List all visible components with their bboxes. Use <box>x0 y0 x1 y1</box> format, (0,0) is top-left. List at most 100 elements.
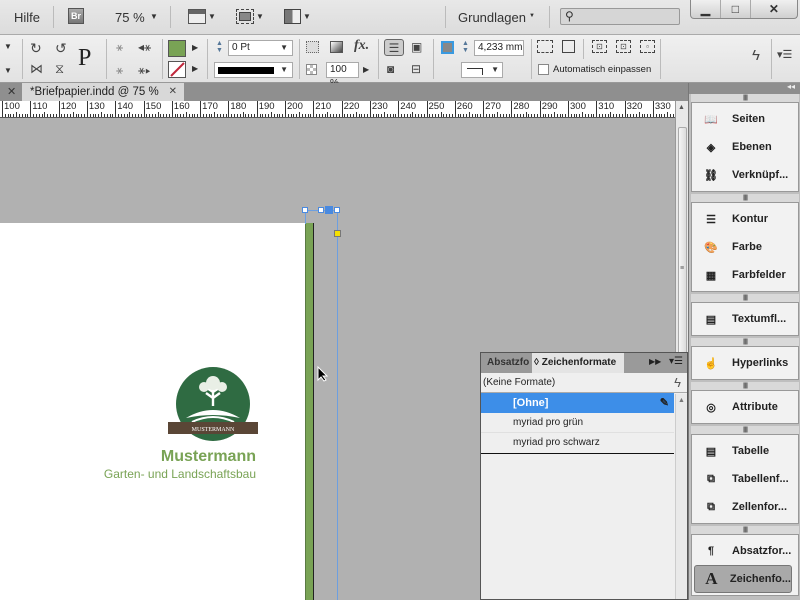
maximize-button[interactable]: □ <box>721 0 751 18</box>
offset-field[interactable]: 4,233 mm <box>474 40 524 56</box>
quick-apply-lightning-icon[interactable]: ϟ <box>752 47 760 64</box>
panel-group-grip[interactable]: |||||||| <box>691 94 799 102</box>
minimize-button[interactable]: ▁ <box>691 0 721 18</box>
tab-paragraph-styles[interactable]: Absatzfo <box>487 357 529 368</box>
stroke-weight-field[interactable]: 0 Pt ▼ <box>228 40 293 56</box>
tab-character-styles[interactable]: ◊ Zeichenformate <box>532 353 624 373</box>
fill-color-swatch[interactable] <box>168 40 186 57</box>
style-list-item[interactable]: myriad pro grün <box>481 413 674 433</box>
resize-handle[interactable] <box>318 207 324 213</box>
dock-item-attribute[interactable]: ◎ Attribute <box>692 393 798 421</box>
zoom-dropdown-chevron-icon[interactable]: ▼ <box>150 12 158 21</box>
fill-menu-arrow-icon[interactable]: ▶ <box>192 43 198 52</box>
fx-effects-icon[interactable]: fx. <box>354 38 369 54</box>
dropdown-chevron-icon[interactable]: ▼ <box>4 66 12 75</box>
dock-item-kontur[interactable]: ☰ Kontur <box>692 205 798 233</box>
workspace-switcher[interactable]: Grundlagen <box>458 10 526 25</box>
dock-item-ebenen[interactable]: ◈ Ebenen <box>692 133 798 161</box>
panel-group-grip[interactable]: |||||||| <box>691 294 799 302</box>
dock-item-seiten[interactable]: 📖 Seiten <box>692 105 798 133</box>
frame-origin-handle[interactable] <box>325 206 333 214</box>
quick-apply-lightning-icon[interactable]: ϟ <box>674 373 681 393</box>
panel-group-grip[interactable]: |||||||| <box>691 194 799 202</box>
document-tab[interactable]: *Briefpapier.indd @ 75 % ✕ <box>22 83 184 101</box>
dropdown-chevron-icon[interactable]: ▼ <box>4 42 12 51</box>
collapse-panel-icon[interactable]: ▶▶ <box>649 357 661 366</box>
workspace-chevron-icon[interactable]: ▼ <box>529 13 535 19</box>
dock-item-zeichenfo[interactable]: A Zeichenfo... <box>694 565 792 593</box>
scrollbar-thumb[interactable]: ≡ <box>678 127 687 357</box>
select-next-object-icon[interactable]: ⚹▸ <box>138 63 151 78</box>
search-field[interactable]: ⚲ <box>560 8 680 25</box>
screen-mode-icon[interactable] <box>236 9 254 24</box>
scroll-up-arrow-icon[interactable]: ▲ <box>678 397 685 404</box>
panel-menu-icon[interactable]: ▾☰ <box>777 48 792 61</box>
arrange-documents-chevron-icon[interactable]: ▼ <box>303 12 311 21</box>
fit-frame-to-content-icon[interactable] <box>537 40 553 53</box>
green-side-bar[interactable] <box>305 223 314 600</box>
rotate-clockwise-icon[interactable]: ↻ <box>30 40 42 57</box>
style-list-scrollbar[interactable]: ▲ <box>675 394 687 599</box>
panel-group-grip[interactable]: |||||||| <box>691 526 799 534</box>
flip-vertical-icon[interactable]: ⧖ <box>55 61 64 77</box>
drop-shadow-toggle-icon[interactable] <box>306 41 319 53</box>
opacity-menu-arrow-icon[interactable]: ▶ <box>363 65 369 74</box>
rotate-counterclockwise-icon[interactable]: ↺ <box>55 40 67 57</box>
effects-shadow-icon[interactable] <box>330 41 343 53</box>
close-button[interactable]: ✕ <box>751 0 797 18</box>
dock-item-hyperlinks[interactable]: ☝ Hyperlinks <box>692 349 798 377</box>
screen-mode-chevron-icon[interactable]: ▼ <box>256 12 264 21</box>
opacity-field[interactable]: 100 % <box>326 62 359 89</box>
wrap-object-shape-icon[interactable]: ◙ <box>387 62 394 76</box>
resize-handle[interactable] <box>302 207 308 213</box>
arrange-documents-icon[interactable] <box>284 9 301 24</box>
select-previous-object-icon[interactable]: ◂⚹ <box>138 40 151 55</box>
collapse-dock-icon[interactable]: ◂◂ <box>787 82 795 91</box>
wrap-bounding-box-icon[interactable]: ▣ <box>411 40 422 54</box>
stroke-color-swatch[interactable] <box>168 61 186 78</box>
dock-item-farbfelder[interactable]: ▦ Farbfelder <box>692 261 798 289</box>
dock-item-farbe[interactable]: 🎨 Farbe <box>692 233 798 261</box>
fit-content-proportionally-icon[interactable]: ⊡ <box>616 40 631 53</box>
corner-options-handle[interactable] <box>334 230 341 237</box>
auto-fit-checkbox[interactable] <box>538 64 549 75</box>
document-page[interactable]: MUSTERMANN Mustermann Garten- und Landsc… <box>0 223 314 600</box>
flip-horizontal-icon[interactable]: ⋈ <box>30 61 43 77</box>
dock-item-absatzfor[interactable]: ¶ Absatzfor... <box>692 537 798 565</box>
close-icon[interactable]: ✕ <box>7 85 16 98</box>
panel-group-grip[interactable]: |||||||| <box>691 382 799 390</box>
style-list-item[interactable]: [Ohne] ✎ <box>481 393 674 413</box>
dock-item-tabelle[interactable]: ▤ Tabelle <box>692 437 798 465</box>
dock-item-zellenfor[interactable]: ⧉ Zellenfor... <box>692 493 798 521</box>
fill-frame-proportionally-icon[interactable]: ⊡ <box>592 40 607 53</box>
panel-menu-icon[interactable]: ▾☰ <box>669 356 683 367</box>
horizontal-ruler[interactable]: 100 110 120 130 140 150 160 170 180 190 200 210 220 2… <box>0 101 675 118</box>
reference-point-p-icon[interactable]: P <box>78 45 91 72</box>
stroke-weight-stepper[interactable]: ▲ ▼ <box>216 40 223 54</box>
stroke-type-select[interactable]: ▼ <box>214 62 293 78</box>
view-options-chevron-icon[interactable]: ▼ <box>208 12 216 21</box>
offset-stepper[interactable]: ▲ ▼ <box>462 40 469 54</box>
scroll-up-arrow-icon[interactable]: ▲ <box>678 104 685 111</box>
wrap-none-icon[interactable]: ☰ <box>384 39 404 56</box>
corner-shape-select[interactable]: ▼ <box>461 62 503 78</box>
select-content-icon[interactable]: ⚹ <box>116 63 123 78</box>
close-tab-icon[interactable]: ✕ <box>169 83 177 101</box>
resize-handle[interactable] <box>334 207 340 213</box>
panel-group-grip[interactable]: |||||||| <box>691 338 799 346</box>
frame-edge[interactable] <box>337 210 338 600</box>
zoom-level-field[interactable]: 75 % <box>115 10 145 25</box>
panel-group-grip[interactable]: |||||||| <box>691 426 799 434</box>
dock-item-textumfl[interactable]: ▤ Textumfl... <box>692 305 798 333</box>
center-content-icon[interactable]: ▫ <box>640 40 655 53</box>
stroke-menu-arrow-icon[interactable]: ▶ <box>192 64 198 73</box>
fit-content-to-frame-icon[interactable] <box>562 40 575 53</box>
view-options-icon[interactable] <box>188 9 206 24</box>
menu-help[interactable]: Hilfe <box>14 10 40 25</box>
select-container-icon[interactable]: ⚹ <box>116 40 123 55</box>
bridge-button[interactable]: Br <box>68 8 84 24</box>
dock-item-verknüpf[interactable]: ⛓ Verknüpf... <box>692 161 798 189</box>
style-list-item[interactable]: myriad pro schwarz <box>481 433 674 453</box>
dock-item-tabellenf[interactable]: ⧉ Tabellenf... <box>692 465 798 493</box>
jump-object-icon[interactable]: ⊟ <box>411 62 421 76</box>
